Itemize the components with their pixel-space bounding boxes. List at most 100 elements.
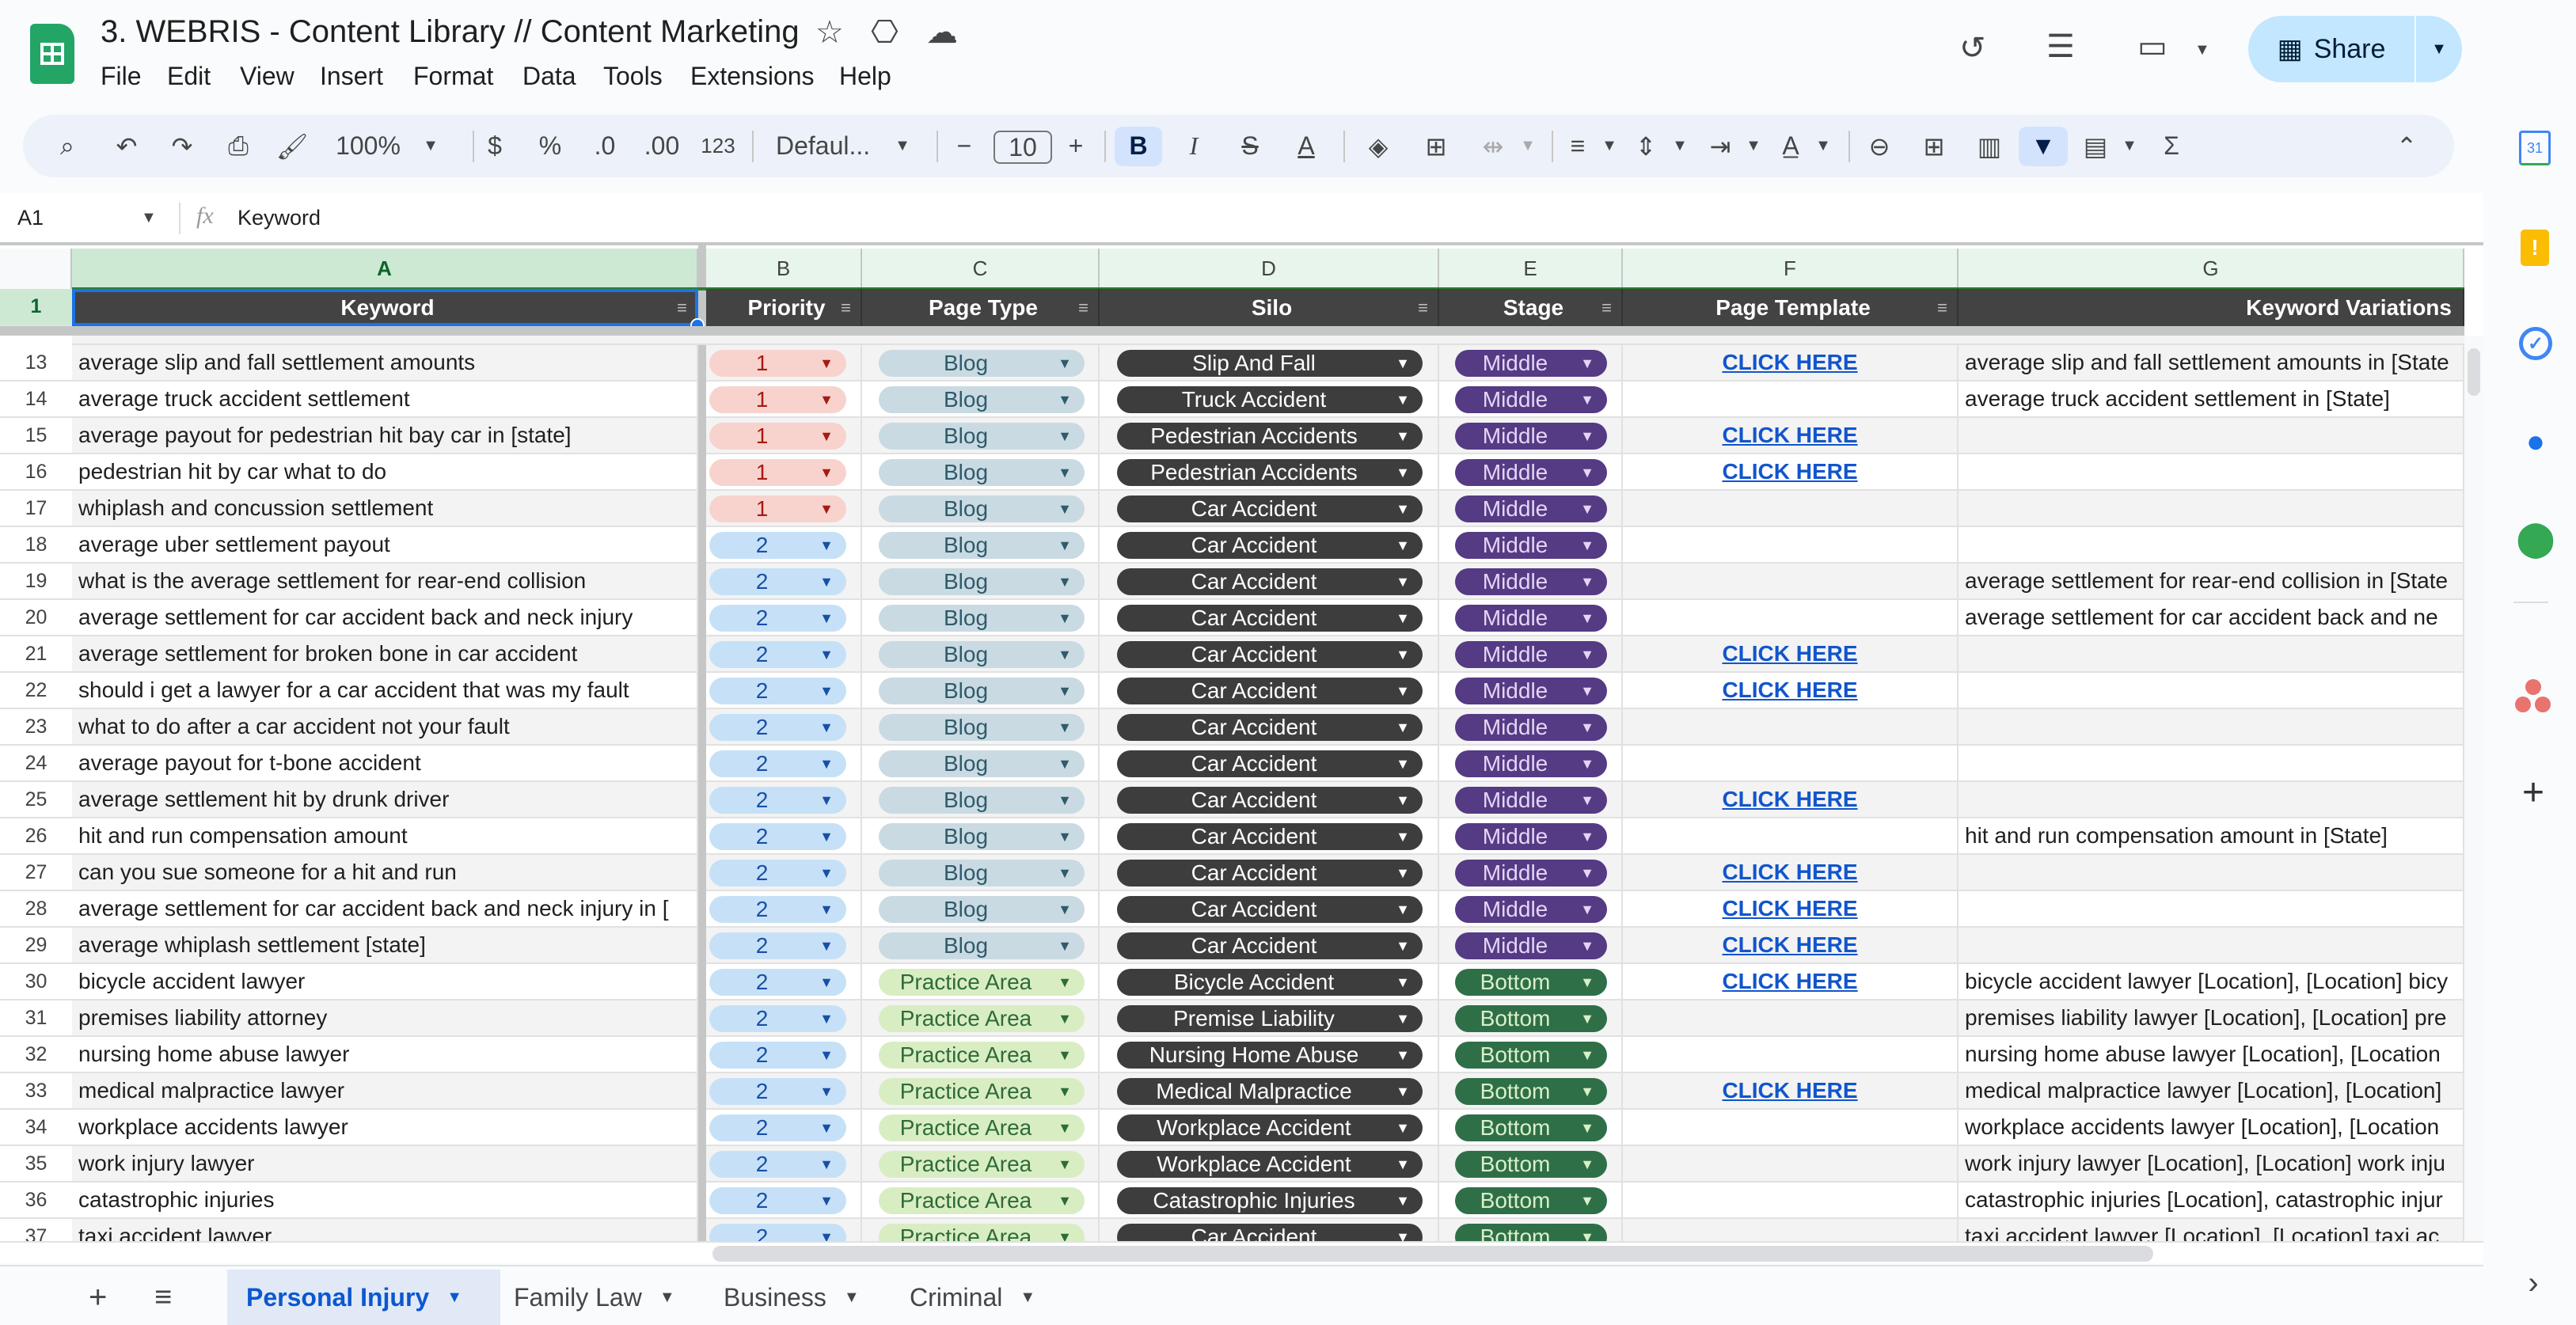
freeze-column-handle[interactable] — [698, 245, 706, 1263]
zoom-dropdown-icon[interactable]: ▼ — [420, 115, 442, 177]
page-type-chip[interactable]: Blog ▼ — [879, 896, 1085, 923]
cell-a29[interactable]: average whiplash settlement [state] — [72, 928, 698, 964]
filter-views-dropdown-icon[interactable]: ▼ — [2120, 115, 2139, 177]
page-template-link[interactable]: CLICK HERE — [1722, 896, 1857, 921]
priority-chip[interactable]: 2 ▼ — [709, 678, 846, 704]
menu-extensions[interactable]: Extensions — [690, 62, 815, 91]
cell-g23[interactable] — [1959, 709, 2464, 746]
row-number-14[interactable]: 14 — [0, 382, 72, 418]
row-number-23[interactable]: 23 — [0, 709, 72, 746]
fill-color-icon[interactable]: ◈ — [1362, 115, 1394, 177]
filter-icon[interactable]: ▼ — [2027, 115, 2059, 177]
name-box-dropdown-icon[interactable]: ▼ — [141, 209, 157, 227]
header-cell-e[interactable]: Stage ≡ — [1439, 289, 1623, 326]
priority-chip[interactable]: 2 ▼ — [709, 750, 846, 777]
add-sheet-button[interactable]: + — [89, 1270, 107, 1325]
font-dropdown-icon[interactable]: ▼ — [891, 115, 914, 177]
filter-button-icon[interactable]: ≡ — [841, 298, 851, 318]
tasks-icon[interactable]: ✓ — [2519, 327, 2552, 360]
silo-chip[interactable]: Medical Malpractice ▼ — [1117, 1078, 1423, 1105]
stage-chip[interactable]: Middle ▼ — [1455, 568, 1607, 595]
cell-f30[interactable]: CLICK HERE — [1623, 964, 1959, 1000]
stage-chip[interactable]: Middle ▼ — [1455, 823, 1607, 850]
print-icon[interactable]: ⎙ — [222, 115, 254, 177]
page-template-link[interactable]: CLICK HERE — [1722, 787, 1857, 812]
priority-chip[interactable]: 2 ▼ — [709, 1078, 846, 1105]
cell-g13[interactable]: average slip and fall settlement amounts… — [1959, 345, 2464, 382]
silo-chip[interactable]: Car Accident ▼ — [1117, 750, 1423, 777]
meet-video-icon[interactable]: ▭ — [2137, 28, 2168, 65]
cell-a27[interactable]: can you sue someone for a hit and run — [72, 855, 698, 891]
cell-f14[interactable] — [1623, 382, 1959, 418]
row-number-18[interactable]: 18 — [0, 527, 72, 564]
asana-icon[interactable] — [2515, 679, 2551, 714]
priority-chip[interactable]: 2 ▼ — [709, 641, 846, 668]
page-type-chip[interactable]: Blog ▼ — [879, 532, 1085, 559]
cell-a18[interactable]: average uber settlement payout — [72, 527, 698, 564]
get-addons-icon[interactable]: + — [2515, 772, 2551, 814]
row-number-17[interactable]: 17 — [0, 491, 72, 527]
row-number-15[interactable]: 15 — [0, 418, 72, 454]
text-rotation-icon[interactable]: A̲ — [1775, 115, 1807, 177]
page-template-link[interactable]: CLICK HERE — [1722, 932, 1857, 958]
stage-chip[interactable]: Middle ▼ — [1455, 750, 1607, 777]
cell-f25[interactable]: CLICK HERE — [1623, 782, 1959, 818]
page-type-chip[interactable]: Blog ▼ — [879, 605, 1085, 632]
row-number-31[interactable]: 31 — [0, 1000, 72, 1037]
cell-a17[interactable]: whiplash and concussion settlement — [72, 491, 698, 527]
decrease-decimal-button[interactable]: .0 — [589, 115, 621, 177]
silo-chip[interactable]: Slip And Fall ▼ — [1117, 350, 1423, 377]
cell-a28[interactable]: average settlement for car accident back… — [72, 891, 698, 928]
stage-chip[interactable]: Middle ▼ — [1455, 386, 1607, 413]
cell-g26[interactable]: hit and run compensation amount in [Stat… — [1959, 818, 2464, 855]
vertical-scroll-thumb[interactable] — [2468, 348, 2480, 396]
cell-a34[interactable]: workplace accidents lawyer — [72, 1110, 698, 1146]
silo-chip[interactable]: Workplace Accident ▼ — [1117, 1114, 1423, 1141]
silo-chip[interactable]: Catastrophic Injuries ▼ — [1117, 1187, 1423, 1214]
redo-icon[interactable]: ↷ — [166, 115, 198, 177]
insert-comment-icon[interactable]: ⊞ — [1918, 115, 1950, 177]
page-template-link[interactable]: CLICK HERE — [1722, 350, 1857, 375]
decrease-font-size-button[interactable]: − — [948, 115, 980, 177]
cell-f17[interactable] — [1623, 491, 1959, 527]
silo-chip[interactable]: Car Accident ▼ — [1117, 860, 1423, 886]
strikethrough-icon[interactable]: S — [1234, 115, 1266, 177]
frozen-row-divider[interactable] — [0, 326, 2464, 336]
page-type-chip[interactable]: Blog ▼ — [879, 750, 1085, 777]
page-type-chip[interactable]: Blog ▼ — [879, 678, 1085, 704]
cell-a26[interactable]: hit and run compensation amount — [72, 818, 698, 855]
cell-g35[interactable]: work injury lawyer [Location], [Location… — [1959, 1146, 2464, 1183]
silo-chip[interactable]: Workplace Accident ▼ — [1117, 1151, 1423, 1178]
column-header-e[interactable]: E — [1439, 249, 1623, 289]
font-size-input[interactable]: 10 — [994, 131, 1052, 164]
menu-tools[interactable]: Tools — [603, 62, 663, 91]
cell-g25[interactable] — [1959, 782, 2464, 818]
formula-input[interactable]: Keyword — [237, 206, 2375, 230]
cell-a33[interactable]: medical malpractice lawyer — [72, 1073, 698, 1110]
cell-f29[interactable]: CLICK HERE — [1623, 928, 1959, 964]
page-template-link[interactable]: CLICK HERE — [1722, 969, 1857, 994]
stage-chip[interactable]: Middle ▼ — [1455, 896, 1607, 923]
column-header-b[interactable]: B — [706, 249, 862, 289]
filter-views-icon[interactable]: ▤ — [2080, 115, 2111, 177]
bold-button[interactable]: B — [1123, 115, 1154, 177]
merge-cells-icon[interactable]: ⇹ — [1477, 115, 1509, 177]
page-template-link[interactable]: CLICK HERE — [1722, 459, 1857, 484]
valign-dropdown-icon[interactable]: ▼ — [1670, 115, 1689, 177]
silo-chip[interactable]: Car Accident ▼ — [1117, 787, 1423, 814]
cell-a36[interactable]: catastrophic injuries — [72, 1183, 698, 1219]
column-header-f[interactable]: F — [1623, 249, 1959, 289]
priority-chip[interactable]: 2 ▼ — [709, 1114, 846, 1141]
cell-a15[interactable]: average payout for pedestrian hit bay ca… — [72, 418, 698, 454]
meet-dropdown-icon[interactable]: ▼ — [2194, 41, 2210, 59]
increase-decimal-button[interactable]: .00 — [642, 115, 682, 177]
silo-chip[interactable]: Premise Liability ▼ — [1117, 1005, 1423, 1032]
stage-chip[interactable]: Middle ▼ — [1455, 423, 1607, 450]
calendar-icon[interactable]: 31 — [2519, 131, 2551, 165]
sheets-logo[interactable] — [30, 24, 74, 84]
silo-chip[interactable]: Pedestrian Accidents ▼ — [1117, 423, 1423, 450]
column-header-d[interactable]: D — [1100, 249, 1439, 289]
silo-chip[interactable]: Bicycle Accident ▼ — [1117, 969, 1423, 996]
text-color-button[interactable]: A — [1290, 115, 1322, 177]
priority-chip[interactable]: 1 ▼ — [709, 459, 846, 486]
